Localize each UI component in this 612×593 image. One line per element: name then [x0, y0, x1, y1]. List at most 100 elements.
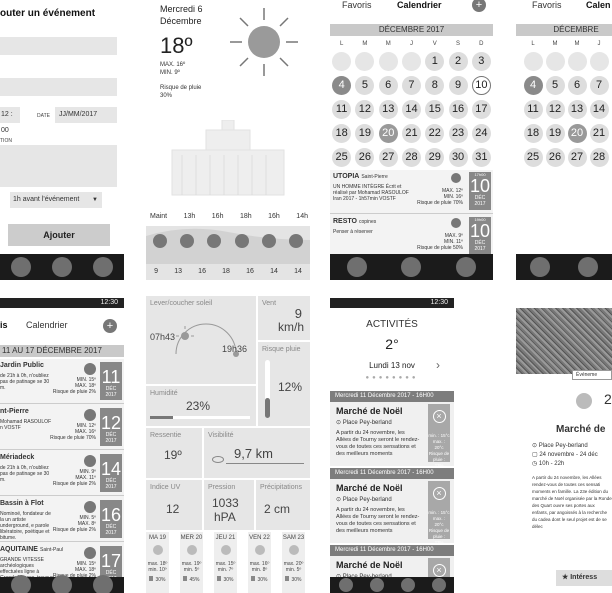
calendar-day[interactable]: 15: [425, 100, 445, 119]
calendar-day[interactable]: 12: [545, 100, 565, 119]
calendar-day[interactable]: 28: [589, 148, 609, 167]
tab-favoris[interactable]: is: [0, 320, 8, 330]
close-icon[interactable]: ×: [432, 564, 446, 577]
forecast-day[interactable]: SAM 23 max. 20º min. 5º 30%: [282, 532, 305, 593]
weather-dot-icon[interactable]: [179, 234, 194, 248]
nav-button[interactable]: [578, 257, 598, 277]
calendar-day[interactable]: 17: [471, 100, 491, 119]
nav-button[interactable]: [93, 575, 114, 593]
forecast-day[interactable]: VEN 22 max. 16º min. 8º 30%: [248, 532, 271, 593]
add-button[interactable]: Ajouter: [8, 224, 110, 246]
calendar-day[interactable]: 1: [425, 52, 445, 71]
nav-button[interactable]: [10, 257, 31, 277]
calendar-day[interactable]: 4: [523, 76, 543, 95]
time-field[interactable]: 12 : 00: [0, 107, 20, 134]
plus-icon[interactable]: +: [472, 0, 486, 12]
tab-favoris[interactable]: Favoris: [342, 0, 372, 10]
week-event-card[interactable]: Bassin à Flot Nominoë, fondateur de la un…: [0, 497, 124, 542]
calendar-day[interactable]: 9: [448, 76, 468, 95]
calendar-day[interactable]: 14: [401, 100, 421, 119]
nav-button[interactable]: [369, 578, 384, 592]
calendar-day[interactable]: 6: [378, 76, 398, 95]
tab-calendrier[interactable]: Calendrier: [26, 320, 68, 330]
calendar-day[interactable]: 25: [332, 148, 352, 167]
calendar-day[interactable]: [567, 52, 587, 71]
calendar-day[interactable]: 14: [589, 100, 609, 119]
calendar-day[interactable]: 5: [355, 76, 375, 95]
nav-button[interactable]: [51, 575, 72, 593]
calendar-day[interactable]: 16: [448, 100, 468, 119]
calendar-day[interactable]: 6: [567, 76, 587, 95]
calendar-day[interactable]: 13: [567, 100, 587, 119]
calendar-day[interactable]: 19: [545, 124, 565, 143]
calendar-day[interactable]: 22: [425, 124, 445, 143]
nav-button[interactable]: [347, 257, 368, 277]
calendar-day[interactable]: 12: [355, 100, 375, 119]
nav-button[interactable]: [401, 257, 422, 277]
nav-button[interactable]: [431, 578, 446, 592]
calendar-day[interactable]: 31: [471, 148, 491, 167]
date-field[interactable]: JJ/MM/2017: [55, 107, 117, 123]
close-icon[interactable]: ×: [432, 410, 446, 423]
week-event-card[interactable]: Mériadeck de 21h à 0h, n'oubliez pas de p…: [0, 451, 124, 496]
nav-button[interactable]: [93, 257, 114, 277]
nav-button[interactable]: [455, 257, 476, 277]
calendar-day[interactable]: [589, 52, 609, 71]
calendar-day[interactable]: 18: [523, 124, 543, 143]
calendar-day[interactable]: 11: [332, 100, 352, 119]
calendar-day[interactable]: 5: [545, 76, 565, 95]
calendar-day[interactable]: 10: [471, 76, 491, 95]
calendar-day[interactable]: 4: [332, 76, 352, 95]
calendar-day[interactable]: 20: [567, 124, 587, 143]
calendar-day[interactable]: 29: [425, 148, 445, 167]
week-event-card[interactable]: Jardin Public de 21h à 0h, n'oubliez pas …: [0, 359, 124, 404]
activity-card[interactable]: Mercredi 11 Décembre 2017 - 16H00 Marché …: [330, 391, 454, 468]
weather-dot-icon[interactable]: [234, 234, 249, 248]
interested-button[interactable]: ★ Intéress: [556, 570, 612, 586]
calendar-day[interactable]: 8: [425, 76, 445, 95]
close-icon[interactable]: ×: [432, 487, 446, 500]
event-card[interactable]: RESTO copines Penser à réserver MAX. 9º MIN.…: [330, 215, 493, 259]
title-field[interactable]: [0, 37, 117, 55]
calendar-day[interactable]: 19: [355, 124, 375, 143]
calendar-day[interactable]: 26: [355, 148, 375, 167]
calendar-day[interactable]: 7: [589, 76, 609, 95]
nav-button[interactable]: [400, 578, 415, 592]
calendar-day[interactable]: [332, 52, 352, 71]
event-card[interactable]: UTOPIA Saint-Pierre UN HOMME INTÈGRE Écrit…: [330, 170, 493, 214]
calendar-day[interactable]: 27: [567, 148, 587, 167]
week-event-card[interactable]: nt-Pierre Mohamad RASOULOF n VOSTF MIN. 12…: [0, 405, 124, 450]
calendar-day[interactable]: 23: [448, 124, 468, 143]
tab-calendrier[interactable]: Calendrier: [397, 0, 442, 10]
activity-card[interactable]: Mercredi 11 Décembre 2017 - 16H00 Marché …: [330, 468, 454, 545]
tab-calendrier[interactable]: Calen: [586, 0, 611, 10]
chevron-right-icon[interactable]: ›: [436, 358, 440, 372]
forecast-day[interactable]: MA 19 max. 18º min. 10º 30%: [146, 532, 169, 593]
calendar-day[interactable]: [545, 52, 565, 71]
calendar-day[interactable]: [401, 52, 421, 71]
calendar-day[interactable]: [523, 52, 543, 71]
forecast-day[interactable]: MER 20 max. 19º min. 5º 45%: [180, 532, 203, 593]
nav-button[interactable]: [10, 575, 31, 593]
description-field[interactable]: [0, 145, 117, 187]
calendar-day[interactable]: 7: [401, 76, 421, 95]
calendar-day[interactable]: 11: [523, 100, 543, 119]
weather-dot-icon[interactable]: [207, 234, 222, 248]
place-field[interactable]: [0, 78, 117, 96]
calendar-day[interactable]: 26: [545, 148, 565, 167]
reminder-select[interactable]: 1h avant l'événement ▼: [10, 192, 102, 208]
forecast-day[interactable]: JEU 21 max. 15º min. 7º 30%: [214, 532, 237, 593]
plus-icon[interactable]: +: [103, 319, 117, 333]
calendar-day[interactable]: 21: [589, 124, 609, 143]
nav-button[interactable]: [51, 257, 72, 277]
calendar-day[interactable]: 25: [523, 148, 543, 167]
calendar-day[interactable]: 24: [471, 124, 491, 143]
calendar-day[interactable]: 28: [401, 148, 421, 167]
calendar-day[interactable]: 21: [401, 124, 421, 143]
calendar-day[interactable]: [378, 52, 398, 71]
calendar-day[interactable]: 3: [471, 52, 491, 71]
weather-dot-icon[interactable]: [152, 234, 167, 248]
calendar-day[interactable]: 2: [448, 52, 468, 71]
tab-favoris[interactable]: Favoris: [532, 0, 562, 10]
calendar-day[interactable]: 30: [448, 148, 468, 167]
